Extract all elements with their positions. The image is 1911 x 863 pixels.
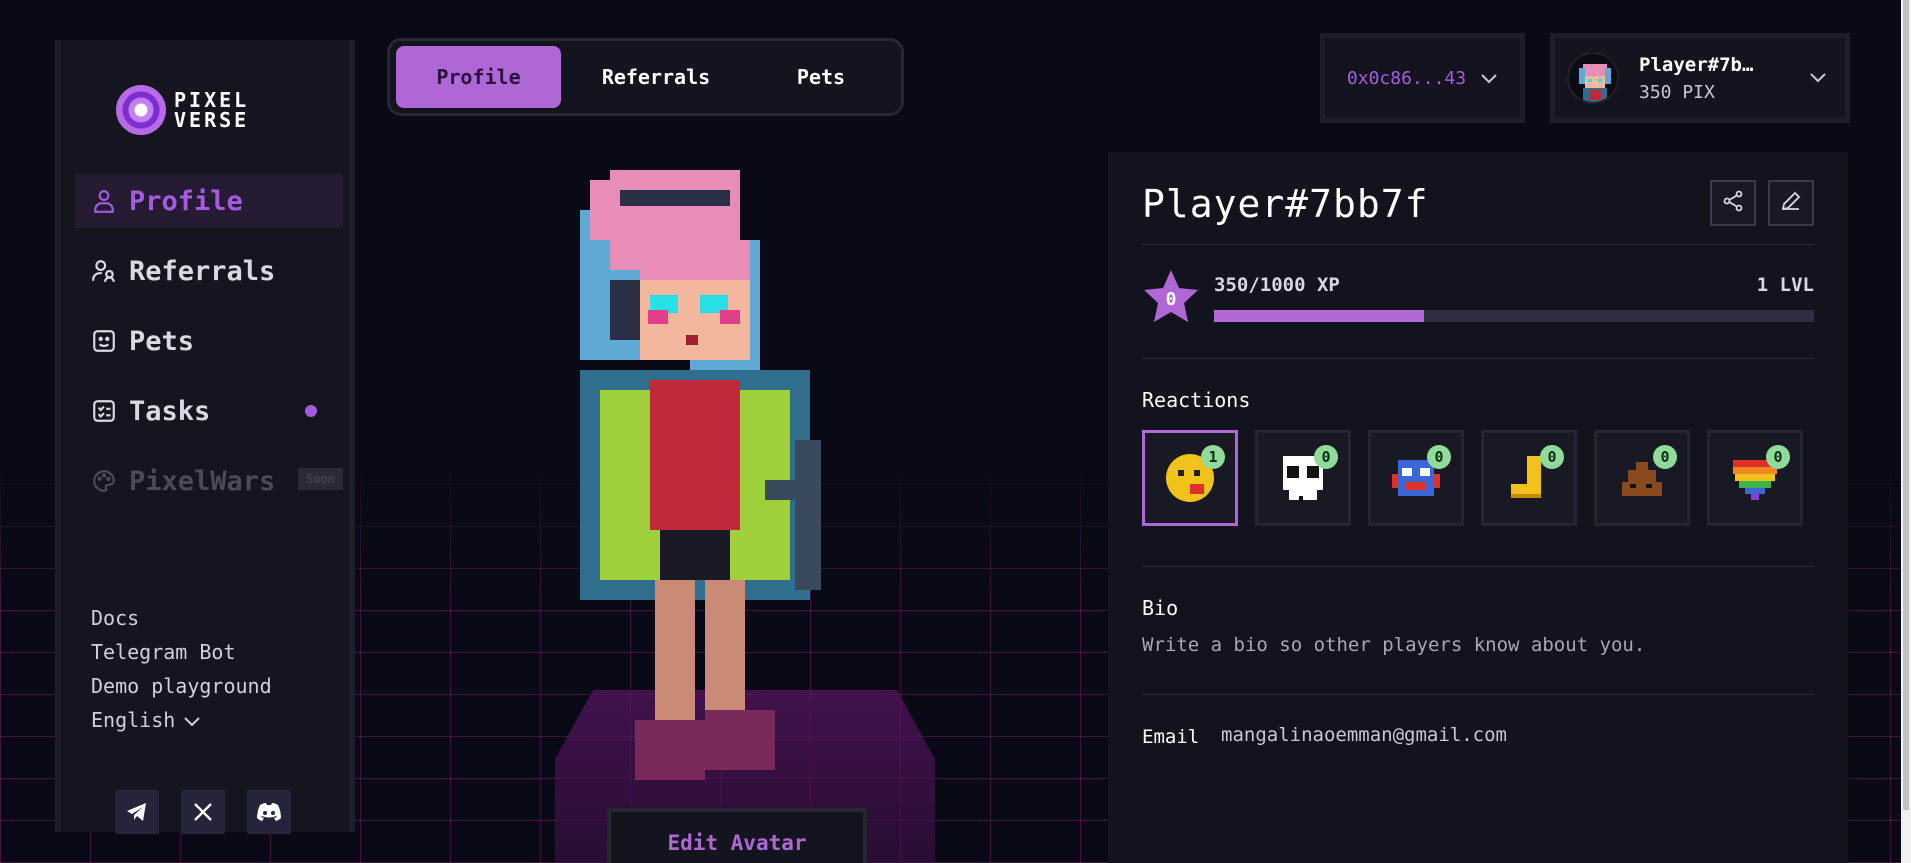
demo-playground-link[interactable]: Demo playground [91, 674, 272, 698]
tab-pets[interactable]: Pets [751, 46, 891, 108]
user-balance: 350 PIX [1639, 81, 1715, 103]
avatar [1567, 52, 1619, 104]
chevron-down-icon [183, 708, 201, 732]
reaction-count: 1 [1201, 445, 1225, 469]
chevron-down-icon [1809, 68, 1827, 87]
brand-logo[interactable]: PIXEL VERSE [116, 85, 249, 135]
docs-link[interactable]: Docs [91, 606, 272, 630]
reaction-count: 0 [1653, 445, 1677, 469]
language-selector[interactable]: English [91, 708, 272, 732]
chevron-down-icon [1480, 68, 1498, 89]
email-label: Email [1142, 726, 1200, 748]
users-icon [91, 258, 117, 284]
edit-avatar-button[interactable]: Edit Avatar [607, 808, 867, 863]
divider [1142, 566, 1814, 567]
email-value: mangalinaoemman@gmail.com [1221, 724, 1507, 746]
wallet-dropdown[interactable]: 0x0c86...43 [1325, 38, 1520, 118]
sidebar-item-pets[interactable]: Pets [75, 314, 343, 368]
bio-text[interactable]: Write a bio so other players know about … [1142, 634, 1645, 656]
sidebar: PIXEL VERSE Profile Referrals Pets Tasks… [55, 40, 355, 834]
reaction-count: 0 [1427, 445, 1451, 469]
xp-label: 350/1000 XP [1214, 274, 1340, 296]
notification-dot [305, 405, 317, 417]
xp-progress-bar [1214, 310, 1814, 322]
sidebar-item-label: Profile [129, 185, 243, 217]
pencil-icon [1779, 189, 1803, 217]
scrollbar-thumb[interactable] [1903, 0, 1909, 810]
user-name: Player#7b… [1639, 53, 1754, 76]
tab-profile[interactable]: Profile [396, 46, 561, 108]
level-star-icon: 0 [1142, 268, 1200, 326]
divider [1142, 694, 1814, 695]
brand-line1: PIXEL [174, 88, 250, 112]
wallet-address: 0x0c86...43 [1346, 67, 1467, 89]
page-scrollbar[interactable] [1901, 0, 1911, 863]
sidebar-item-label: PixelWars [129, 465, 276, 497]
sidebar-item-label: Referrals [129, 255, 276, 287]
language-label: English [91, 708, 176, 732]
profile-name: Player#7bb7f [1142, 182, 1429, 226]
top-tabs: Profile Referrals Pets [387, 38, 904, 116]
divider [1142, 244, 1814, 245]
reaction-boot[interactable]: 0 [1481, 430, 1577, 526]
sidebar-item-label: Pets [129, 325, 195, 357]
edit-profile-button[interactable] [1768, 180, 1814, 226]
user-menu[interactable]: Player#7b… 350 PIX [1555, 38, 1845, 118]
reaction-poop[interactable]: 0 [1594, 430, 1690, 526]
character-avatar [540, 150, 920, 830]
reaction-rainbow-heart[interactable]: 0 [1707, 430, 1803, 526]
reaction-skull[interactable]: 0 [1255, 430, 1351, 526]
sidebar-item-label: Tasks [129, 395, 211, 427]
reaction-kiss[interactable]: 1 [1142, 430, 1238, 526]
reactions-label: Reactions [1142, 388, 1251, 412]
divider [1142, 358, 1814, 359]
logo-orb-icon [116, 85, 166, 135]
discord-icon[interactable] [247, 790, 291, 834]
reaction-count: 0 [1314, 445, 1338, 469]
sidebar-item-tasks[interactable]: Tasks [75, 384, 343, 438]
x-icon[interactable] [181, 790, 225, 834]
telegram-bot-link[interactable]: Telegram Bot [91, 640, 272, 664]
xp-progress-fill [1214, 310, 1424, 322]
reaction-count: 0 [1540, 445, 1564, 469]
palette-icon [91, 468, 117, 494]
smile-icon [91, 328, 117, 354]
telegram-icon[interactable] [115, 790, 159, 834]
brand-line2: VERSE [174, 108, 250, 132]
reaction-count: 0 [1766, 445, 1790, 469]
sidebar-nav: Profile Referrals Pets Tasks PixelWars S… [75, 174, 343, 524]
profile-panel: Player#7bb7f 0 350/1000 XP 1 LVL Reactio… [1108, 152, 1848, 863]
bio-label: Bio [1142, 596, 1179, 620]
social-links [115, 790, 291, 834]
level-star-value: 0 [1166, 289, 1177, 310]
sidebar-links: Docs Telegram Bot Demo playground Englis… [91, 606, 272, 742]
soon-badge: Soon [298, 468, 343, 490]
tab-referrals[interactable]: Referrals [561, 46, 751, 108]
user-icon [91, 188, 117, 214]
level-label: 1 LVL [1756, 274, 1814, 296]
sidebar-item-pixelwars: PixelWars Soon [75, 454, 343, 508]
share-button[interactable] [1710, 180, 1756, 226]
reactions-list: 1 0 0 0 0 0 [1142, 430, 1803, 526]
share-icon [1721, 189, 1745, 217]
checklist-icon [91, 398, 117, 424]
sidebar-item-profile[interactable]: Profile [75, 174, 343, 228]
reaction-robot[interactable]: 0 [1368, 430, 1464, 526]
sidebar-item-referrals[interactable]: Referrals [75, 244, 343, 298]
